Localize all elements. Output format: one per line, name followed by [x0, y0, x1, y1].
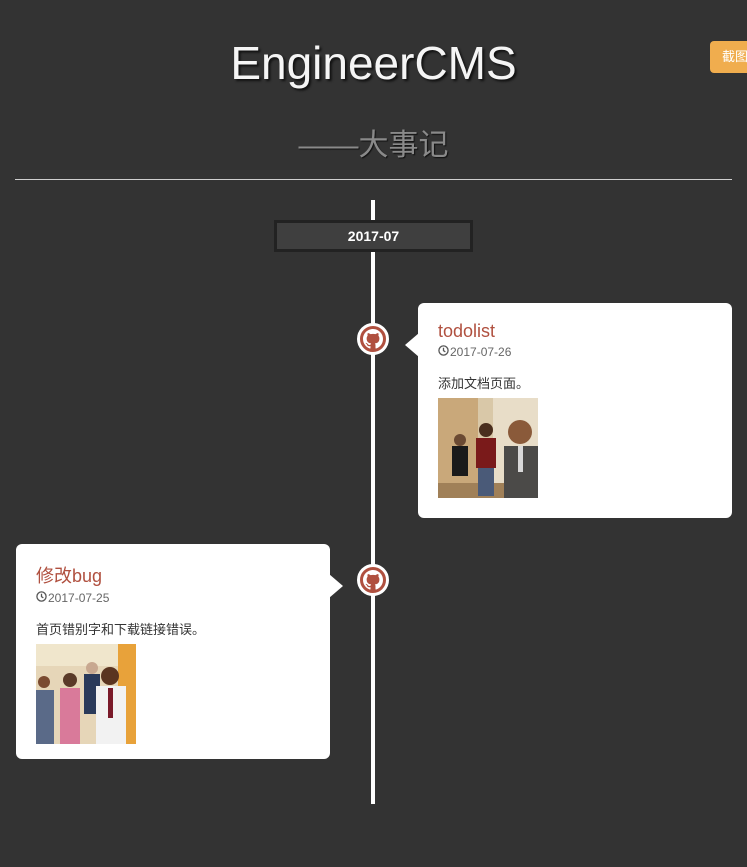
event-photo[interactable] [438, 398, 538, 498]
event-date-text: 2017-07-26 [450, 345, 512, 359]
event-photo[interactable] [36, 644, 136, 744]
event-title-link[interactable]: todolist [438, 321, 495, 342]
event-title-link[interactable]: 修改bug [36, 562, 102, 588]
screenshot-button[interactable]: 截图 [710, 41, 747, 73]
github-icon [357, 323, 389, 355]
card-pointer [405, 333, 419, 357]
clock-icon [438, 345, 449, 359]
event-description: 首页错别字和下载链接错误。 [36, 622, 206, 637]
github-icon [357, 564, 389, 596]
clock-icon [36, 591, 47, 605]
page-subtitle: ——大事记 [298, 129, 449, 162]
page-header: EngineerCMS ——大事记 截图 [0, 0, 747, 180]
event-date: 2017-07-26 [438, 345, 712, 359]
page-title: EngineerCMS [230, 37, 517, 89]
timeline-event-card: todolist 2017-07-26 添加文档页面。 [405, 303, 732, 518]
event-date-text: 2017-07-25 [48, 591, 110, 605]
event-description: 添加文档页面。 [438, 376, 530, 391]
timeline-month-badge: 2017-07 [274, 220, 473, 252]
header-divider [15, 179, 732, 180]
event-date: 2017-07-25 [36, 591, 310, 605]
timeline-axis [371, 200, 375, 804]
card-pointer [329, 574, 343, 598]
timeline-event-card: 修改bug 2017-07-25 首页错别字和下载链接错误。 [16, 544, 343, 759]
